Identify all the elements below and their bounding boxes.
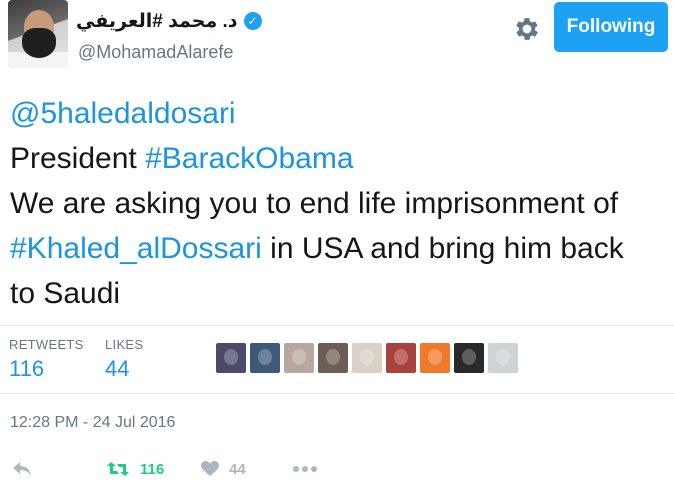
like-action-count: 44	[229, 460, 246, 478]
hashtag-link-khaled-aldossari[interactable]: #Khaled_alDossari	[10, 232, 262, 265]
retweets-label[interactable]: RETWEETS	[9, 337, 84, 352]
liker-avatar[interactable]	[386, 343, 416, 373]
more-button[interactable]	[292, 458, 318, 480]
liker-avatar[interactable]	[420, 343, 450, 373]
liker-avatars	[216, 343, 518, 373]
like-button[interactable]: 44	[201, 458, 246, 480]
liker-avatar[interactable]	[352, 343, 382, 373]
more-icon	[293, 466, 317, 472]
liker-avatar[interactable]	[216, 343, 246, 373]
retweet-icon	[107, 462, 129, 476]
heart-icon	[201, 461, 219, 476]
tweet-timestamp[interactable]: 12:28 PM - 24 Jul 2016	[10, 414, 175, 432]
profile-avatar[interactable]	[8, 0, 68, 68]
liker-avatar[interactable]	[488, 343, 518, 373]
author-name-row[interactable]: د. محمد #العريفي ✓	[76, 10, 262, 32]
reply-button[interactable]	[12, 458, 32, 480]
author-handle[interactable]: @MohamadAlarefe	[78, 42, 233, 63]
liker-avatar[interactable]	[318, 343, 348, 373]
tweet-card: د. محمد #العريفي ✓ @MohamadAlarefe Follo…	[0, 0, 674, 485]
verified-badge-icon: ✓	[243, 12, 262, 30]
tweet-text-segment: in USA and bring him back	[261, 232, 624, 265]
following-button[interactable]: Following	[554, 2, 668, 52]
retweet-button[interactable]: 116	[106, 458, 164, 480]
mention-link[interactable]: @5haledaldosari	[10, 97, 236, 130]
liker-avatar[interactable]	[454, 343, 484, 373]
gear-icon[interactable]	[512, 14, 542, 44]
likes-count[interactable]: 44	[105, 356, 129, 382]
divider	[0, 393, 674, 394]
liker-avatar[interactable]	[284, 343, 314, 373]
divider	[0, 325, 674, 326]
author-display-name[interactable]: د. محمد #العريفي	[76, 10, 238, 33]
reply-icon	[13, 462, 31, 476]
retweets-count[interactable]: 116	[9, 356, 44, 382]
likes-label[interactable]: LIKES	[105, 337, 143, 352]
hashtag-link-barackobama[interactable]: #BarackObama	[145, 142, 353, 175]
liker-avatar[interactable]	[250, 343, 280, 373]
tweet-text-line: to Saudi	[10, 277, 121, 310]
tweet-text-line: We are asking you to end life imprisonme…	[10, 187, 619, 220]
retweet-action-count: 116	[140, 460, 165, 478]
tweet-text-segment: President	[10, 142, 146, 175]
tweet-text: @5haledaldosari President #BarackObama W…	[10, 91, 670, 316]
